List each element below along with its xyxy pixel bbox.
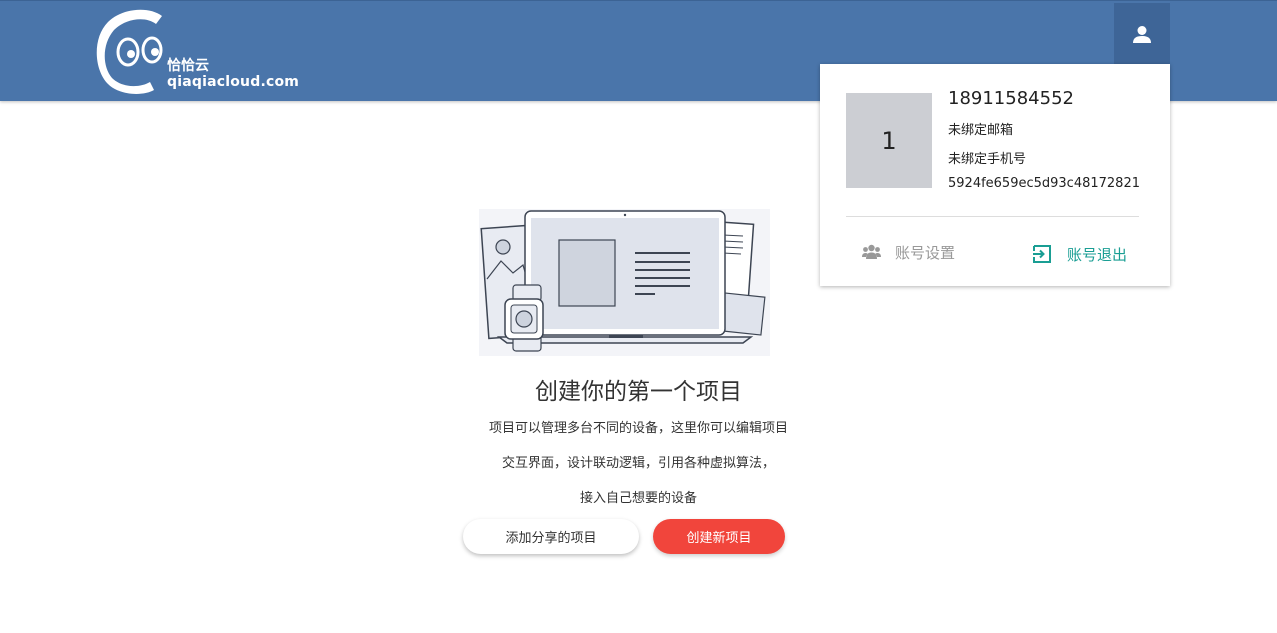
description-line-2: 交互界面，设计联动逻辑，引用各种虚拟算法， [501, 456, 775, 471]
logo-mark [96, 9, 163, 94]
logo[interactable]: 恰恰云 qiaqiacloud.com [94, 8, 299, 96]
devices-illustration [479, 209, 770, 356]
exit-icon [1033, 245, 1051, 263]
create-project-button[interactable]: 创建新项目 [653, 519, 785, 554]
user-dropdown-panel: 1 18911584552 未绑定邮箱 未绑定手机号 5924fe659ec5d… [820, 64, 1170, 286]
logout-label: 账号退出 [1067, 245, 1128, 264]
person-icon [1133, 26, 1151, 43]
email-status: 未绑定邮箱 [948, 123, 1014, 138]
page-title: 创建你的第一个项目 [535, 379, 742, 405]
logout-button[interactable]: 账号退出 [1032, 243, 1127, 265]
user-id: 5924fe659ec5d93c48172821 [948, 176, 1140, 191]
logo-chinese-text: 恰恰云 [167, 58, 209, 74]
account-settings-label: 账号设置 [895, 243, 956, 262]
group-icon [862, 244, 881, 259]
description-line-3: 接入自己想要的设备 [579, 491, 697, 506]
logo-domain-text: qiaqiacloud.com [167, 74, 300, 90]
phone-status: 未绑定手机号 [948, 152, 1027, 167]
account-phone: 18911584552 [948, 88, 1074, 109]
user-menu-button[interactable] [1114, 3, 1170, 65]
avatar: 1 [846, 93, 932, 188]
account-settings-button[interactable]: 账号设置 [862, 241, 955, 263]
add-shared-project-button[interactable]: 添加分享的项目 [463, 519, 639, 554]
description-line-1: 项目可以管理多台不同的设备，这里你可以编辑项目 [488, 421, 788, 436]
divider [846, 216, 1139, 217]
